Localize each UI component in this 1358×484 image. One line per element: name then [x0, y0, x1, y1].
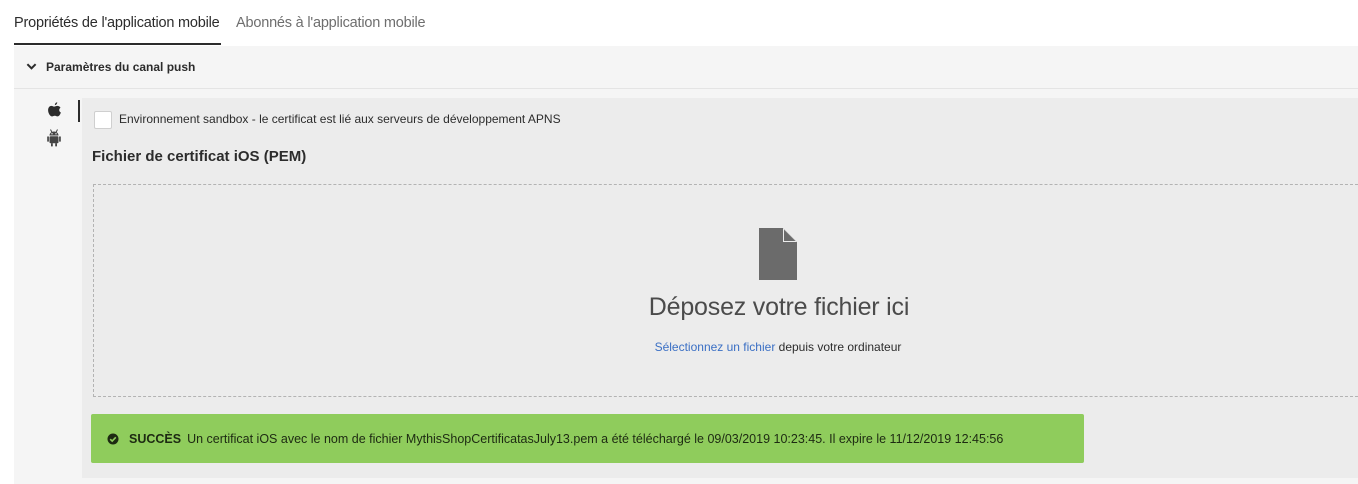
dropzone-subtitle: Sélectionnez un fichier depuis votre ord… — [0, 340, 1358, 354]
certificate-file-label: Fichier de certificat iOS (PEM) — [92, 148, 307, 165]
sandbox-checkbox-label: Environnement sandbox - le certificat es… — [119, 112, 561, 126]
select-file-link[interactable]: Sélectionnez un fichier — [655, 340, 776, 354]
check-circle-icon — [107, 433, 119, 445]
platform-selector — [14, 98, 82, 468]
tab-app-subscribers[interactable]: Abonnés à l'application mobile — [236, 15, 426, 31]
section-header[interactable]: Paramètres du canal push — [14, 46, 1358, 89]
section-title: Paramètres du canal push — [46, 60, 196, 74]
active-tab-indicator — [14, 43, 221, 45]
android-icon[interactable] — [45, 128, 63, 148]
active-platform-marker — [78, 100, 80, 122]
success-detail: Un certificat iOS avec le nom de fichier… — [187, 432, 1004, 446]
tab-app-properties[interactable]: Propriétés de l'application mobile — [14, 15, 220, 31]
chevron-down-icon — [26, 63, 37, 70]
dropzone-title: Déposez votre fichier ici — [648, 293, 910, 321]
file-dropzone[interactable] — [93, 184, 1358, 397]
tab-bar: Propriétés de l'application mobile Abonn… — [0, 0, 1358, 46]
apple-icon[interactable] — [45, 101, 63, 121]
success-banner: SUCCÈS Un certificat iOS avec le nom de f… — [91, 414, 1084, 463]
dropzone-subtitle-suffix: depuis votre ordinateur — [775, 340, 902, 354]
sandbox-checkbox[interactable] — [94, 111, 112, 129]
success-message: SUCCÈS Un certificat iOS avec le nom de f… — [129, 432, 1003, 446]
file-icon — [759, 228, 797, 280]
success-label: SUCCÈS — [129, 432, 182, 446]
